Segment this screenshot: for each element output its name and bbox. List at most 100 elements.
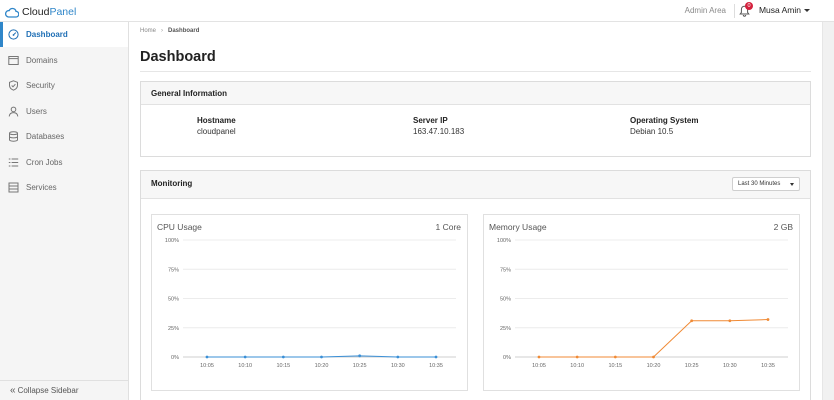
- x-tick-label: 10:25: [353, 363, 367, 369]
- general-information-card: General Information Hostname cloudpanel …: [140, 81, 811, 157]
- page-scrollbar[interactable]: [822, 22, 834, 400]
- data-point: [652, 355, 655, 359]
- list-icon: [8, 158, 19, 167]
- x-tick-label: 10:05: [200, 363, 214, 369]
- x-tick-label: 10:10: [238, 363, 252, 369]
- data-point: [728, 319, 732, 323]
- user-menu[interactable]: Musa Amin: [759, 5, 810, 15]
- data-point: [575, 355, 579, 359]
- x-tick-label: 10:15: [608, 363, 622, 369]
- page-title: Dashboard: [140, 49, 216, 65]
- operating-system-value: Debian 10.5: [630, 127, 674, 136]
- operating-system-label: Operating System: [630, 116, 699, 125]
- server-icon: [8, 182, 19, 193]
- chart-title: Memory Usage: [489, 222, 547, 232]
- dashboard-icon: [8, 29, 19, 40]
- x-tick-label: 10:35: [429, 363, 443, 369]
- caret-down-icon: [790, 183, 794, 186]
- y-tick-label: 100%: [497, 238, 511, 244]
- sidebar-item-label: Databases: [26, 132, 65, 141]
- time-range-select[interactable]: Last 30 Minutes: [732, 177, 800, 191]
- data-point: [766, 318, 770, 321]
- x-tick-label: 10:35: [761, 363, 775, 369]
- card-header: Monitoring Last 30 Minutes: [141, 171, 810, 199]
- hostname-label: Hostname: [197, 116, 236, 125]
- series-line: [539, 319, 769, 358]
- data-point: [358, 354, 362, 358]
- caret-down-icon: [804, 8, 810, 12]
- x-tick-label: 10:10: [570, 363, 584, 369]
- chart-meta: 1 Core: [435, 222, 461, 232]
- app-logo[interactable]: CloudPanel: [5, 4, 76, 20]
- x-tick-label: 10:30: [723, 363, 737, 369]
- sidebar-item-domains[interactable]: Domains: [0, 48, 128, 73]
- sidebar-item-security[interactable]: Security: [0, 73, 128, 98]
- y-tick-label: 25%: [168, 326, 179, 332]
- monitoring-card: Monitoring Last 30 Minutes CPU Usage 1 C…: [140, 170, 811, 400]
- sidebar: Dashboard Domains Security Users Databas…: [0, 22, 129, 400]
- card-header: General Information: [141, 82, 810, 105]
- breadcrumb: Home › Dashboard: [140, 28, 199, 34]
- sidebar-item-databases[interactable]: Databases: [0, 124, 128, 149]
- y-tick-label: 75%: [500, 267, 511, 273]
- y-tick-label: 100%: [165, 238, 179, 244]
- sidebar-item-label: Domains: [26, 56, 58, 65]
- x-tick-label: 10:30: [391, 363, 405, 369]
- server-ip-value: 163.47.10.183: [413, 127, 465, 136]
- shield-icon: [9, 80, 18, 91]
- y-tick-label: 50%: [168, 297, 179, 303]
- browser-window-icon: [8, 56, 19, 65]
- card-title: Monitoring: [151, 179, 193, 188]
- user-name: Musa Amin: [758, 5, 801, 15]
- notification-badge: 0: [745, 2, 753, 10]
- data-point: [320, 355, 323, 359]
- data-point: [537, 355, 541, 359]
- data-point: [690, 319, 694, 323]
- data-point: [243, 355, 247, 359]
- collapse-sidebar-button[interactable]: « Collapse Sidebar: [0, 380, 128, 400]
- main-content: Home › Dashboard Dashboard General Infor…: [130, 22, 821, 400]
- sidebar-item-label: Users: [26, 107, 47, 116]
- card-title: General Information: [151, 89, 228, 98]
- x-tick-label: 10:25: [685, 363, 699, 369]
- sidebar-item-label: Cron Jobs: [26, 158, 63, 167]
- sidebar-item-label: Security: [26, 81, 55, 90]
- sidebar-item-dashboard[interactable]: Dashboard: [0, 22, 128, 47]
- breadcrumb-current: Dashboard: [168, 28, 200, 34]
- hostname-value: cloudpanel: [197, 127, 236, 136]
- divider: [734, 4, 735, 18]
- chart-title: CPU Usage: [157, 222, 202, 232]
- admin-area-link[interactable]: Admin Area: [685, 6, 726, 15]
- memory-usage-panel: Memory Usage 2 GB 100% 75% 50% 25% 0% 10:05 10…: [483, 214, 800, 391]
- cloud-icon: [5, 7, 19, 18]
- x-tick-label: 10:20: [647, 363, 661, 369]
- sidebar-item-services[interactable]: Services: [0, 175, 128, 200]
- cpu-usage-panel: CPU Usage 1 Core 100% 75% 50% 25% 0% 10:05 10:…: [151, 214, 468, 391]
- cpu-usage-chart: 100% 75% 50% 25% 0% 10:05 10:10 10:15 10:20 10:25…: [165, 238, 456, 369]
- x-tick-label: 10:15: [276, 363, 290, 369]
- logo-text: CloudPanel: [22, 6, 77, 18]
- sidebar-item-label: Services: [26, 183, 57, 192]
- database-icon: [9, 131, 18, 142]
- sidebar-item-cron-jobs[interactable]: Cron Jobs: [0, 150, 128, 175]
- chart-meta: 2 GB: [773, 222, 793, 232]
- data-point: [396, 355, 400, 359]
- memory-usage-chart: 100% 75% 50% 25% 0% 10:05 10:10 10:15 10:20 10:25…: [497, 238, 788, 369]
- top-bar: CloudPanel Admin Area 0 Musa Amin: [0, 0, 834, 22]
- sidebar-item-label: Dashboard: [26, 30, 68, 39]
- double-chevron-left-icon: «: [10, 384, 16, 396]
- user-icon: [8, 106, 19, 117]
- collapse-sidebar-label: Collapse Sidebar: [17, 386, 79, 395]
- x-tick-label: 10:20: [315, 363, 329, 369]
- data-point: [434, 355, 438, 359]
- time-range-value: Last 30 Minutes: [738, 181, 781, 187]
- y-tick-label: 0%: [503, 355, 511, 361]
- data-point: [613, 355, 617, 359]
- sidebar-item-users[interactable]: Users: [0, 99, 128, 124]
- y-tick-label: 0%: [171, 355, 179, 361]
- breadcrumb-home[interactable]: Home: [140, 28, 156, 34]
- x-tick-label: 10:05: [532, 363, 546, 369]
- chevron-right-icon: ›: [161, 28, 164, 34]
- server-ip-label: Server IP: [413, 116, 448, 125]
- y-tick-label: 75%: [168, 267, 179, 273]
